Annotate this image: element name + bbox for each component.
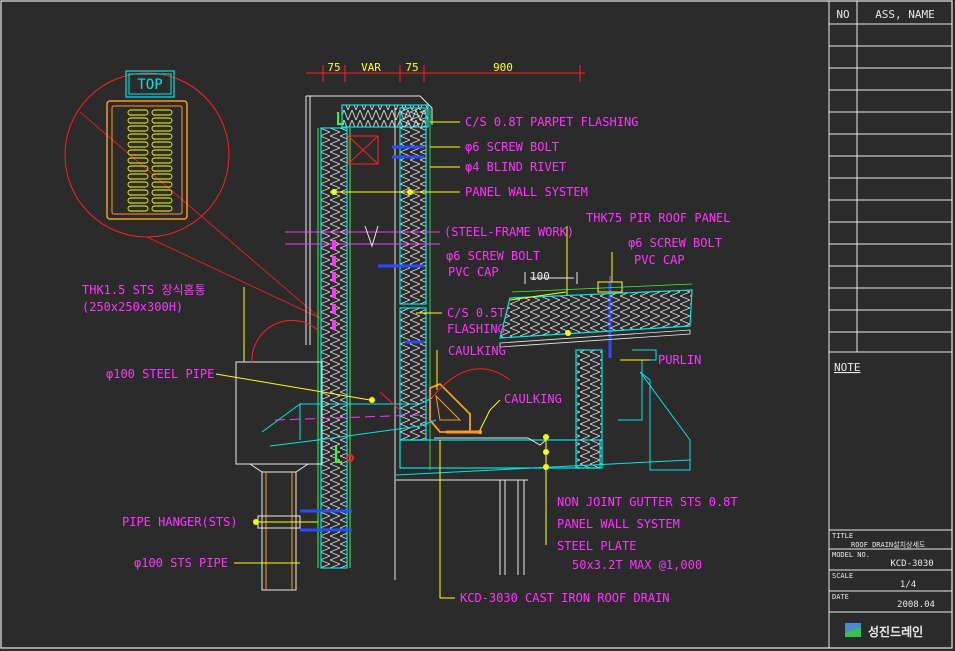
label-panel-wall-system-1: PANEL WALL SYSTEM xyxy=(465,185,588,199)
grate-slot xyxy=(127,141,149,148)
dim-900: 900 xyxy=(493,61,513,74)
label-downspout-box: THK1.5 STS 장식홈통 xyxy=(82,283,206,297)
title-block: NO ASS, NAME NOTE TITLE ROOF DRAIN설치상세도 … xyxy=(828,1,952,648)
label-flashing-2: FLASHING xyxy=(447,322,505,336)
label-gutter: NON JOINT GUTTER STS 0.8T xyxy=(557,495,738,509)
grate-slot xyxy=(127,125,149,132)
label-pvc-cap-2: PVC CAP xyxy=(448,265,499,279)
label-screw-bolt-3: φ6 SCREW BOLT xyxy=(628,236,722,250)
label-pipe-hanger: PIPE HANGER(STS) xyxy=(122,515,238,529)
label-pvc-cap-3: PVC CAP xyxy=(634,253,685,267)
grate-slot xyxy=(127,109,149,116)
label-screw-bolt-1: φ6 SCREW BOLT xyxy=(465,140,559,154)
grate-slot xyxy=(151,157,173,164)
grate-slot xyxy=(151,165,173,172)
wall-panel-right xyxy=(394,107,431,580)
grate-slot xyxy=(151,125,173,132)
grate-slot xyxy=(151,149,173,156)
label-purlin: PURLIN xyxy=(658,353,701,367)
label-sts-pipe: φ100 STS PIPE xyxy=(134,556,228,570)
label-blind-rivet: φ4 BLIND RIVET xyxy=(465,160,566,174)
grate-slot xyxy=(151,189,173,196)
label-caulking-1: CAULKING xyxy=(448,344,506,358)
grate-slot xyxy=(127,189,149,196)
label-steel-frame-work: (STEEL-FRAME WORK) xyxy=(444,225,574,239)
grate-slot xyxy=(127,173,149,180)
grate-slot xyxy=(127,205,149,212)
drawing-canvas: NO ASS, NAME NOTE TITLE ROOF DRAIN설치상세도 … xyxy=(0,0,953,649)
detail-top-label: TOP xyxy=(137,77,162,93)
note-label: NOTE xyxy=(834,361,861,374)
date-value: 2008.04 xyxy=(897,600,935,610)
grate-slot xyxy=(151,205,173,212)
dim-75-left: 75 xyxy=(327,61,340,74)
dimension-chain xyxy=(305,65,585,110)
label-panel-wall-system-2: PANEL WALL SYSTEM xyxy=(557,517,680,531)
label-screw-bolt-2: φ6 SCREW BOLT xyxy=(446,249,540,263)
grate-slot xyxy=(151,109,173,116)
company-logo xyxy=(845,623,861,637)
model-value: KCD-3030 xyxy=(890,559,933,569)
scale-label: SCALE xyxy=(832,572,853,580)
col-no-header: NO xyxy=(836,8,849,21)
grate-slot xyxy=(127,165,149,172)
dim-var: VAR xyxy=(361,61,381,74)
label-parapet-flashing: C/S 0.8T PARPET FLASHING xyxy=(465,115,638,129)
detail-circle: TOP xyxy=(64,70,321,319)
downspout-box xyxy=(235,319,323,591)
label-steel-pipe: φ100 STEEL PIPE xyxy=(106,367,214,381)
label-steel-plate: STEEL PLATE xyxy=(557,539,636,553)
label-steel-plate-spec: 50x3.2T MAX @1,000 xyxy=(572,558,702,572)
grate-slot xyxy=(127,149,149,156)
grate-slot xyxy=(151,117,173,124)
label-caulking-2: CAULKING xyxy=(504,392,562,406)
grate-slot xyxy=(151,141,173,148)
purlin xyxy=(618,349,691,471)
grate-slot xyxy=(127,181,149,188)
title-value: ROOF DRAIN설치상세도 xyxy=(851,540,926,549)
date-label: DATE xyxy=(832,593,849,601)
scale-value: 1/4 xyxy=(900,580,916,590)
dim-75-right: 75 xyxy=(405,61,418,74)
title-label: TITLE xyxy=(832,532,853,540)
model-label: MODEL NO. xyxy=(832,551,870,559)
grate-slot xyxy=(151,197,173,204)
grate-slot xyxy=(127,133,149,140)
grate-slot xyxy=(127,117,149,124)
company-name: 성진드레인 xyxy=(868,624,923,639)
roof-panel xyxy=(499,276,693,348)
label-dim-100: 100 xyxy=(530,270,550,283)
label-roof-panel: THK75 PIR ROOF PANEL xyxy=(586,211,731,225)
col-name-header: ASS, NAME xyxy=(875,8,935,21)
label-downspout-box-size: (250x250x300H) xyxy=(82,300,183,314)
label-flashing: C/S 0.5T xyxy=(447,306,505,320)
grate-slot xyxy=(127,197,149,204)
label-roof-drain: KCD-3030 CAST IRON ROOF DRAIN xyxy=(460,591,670,605)
grate-slot xyxy=(151,133,173,140)
